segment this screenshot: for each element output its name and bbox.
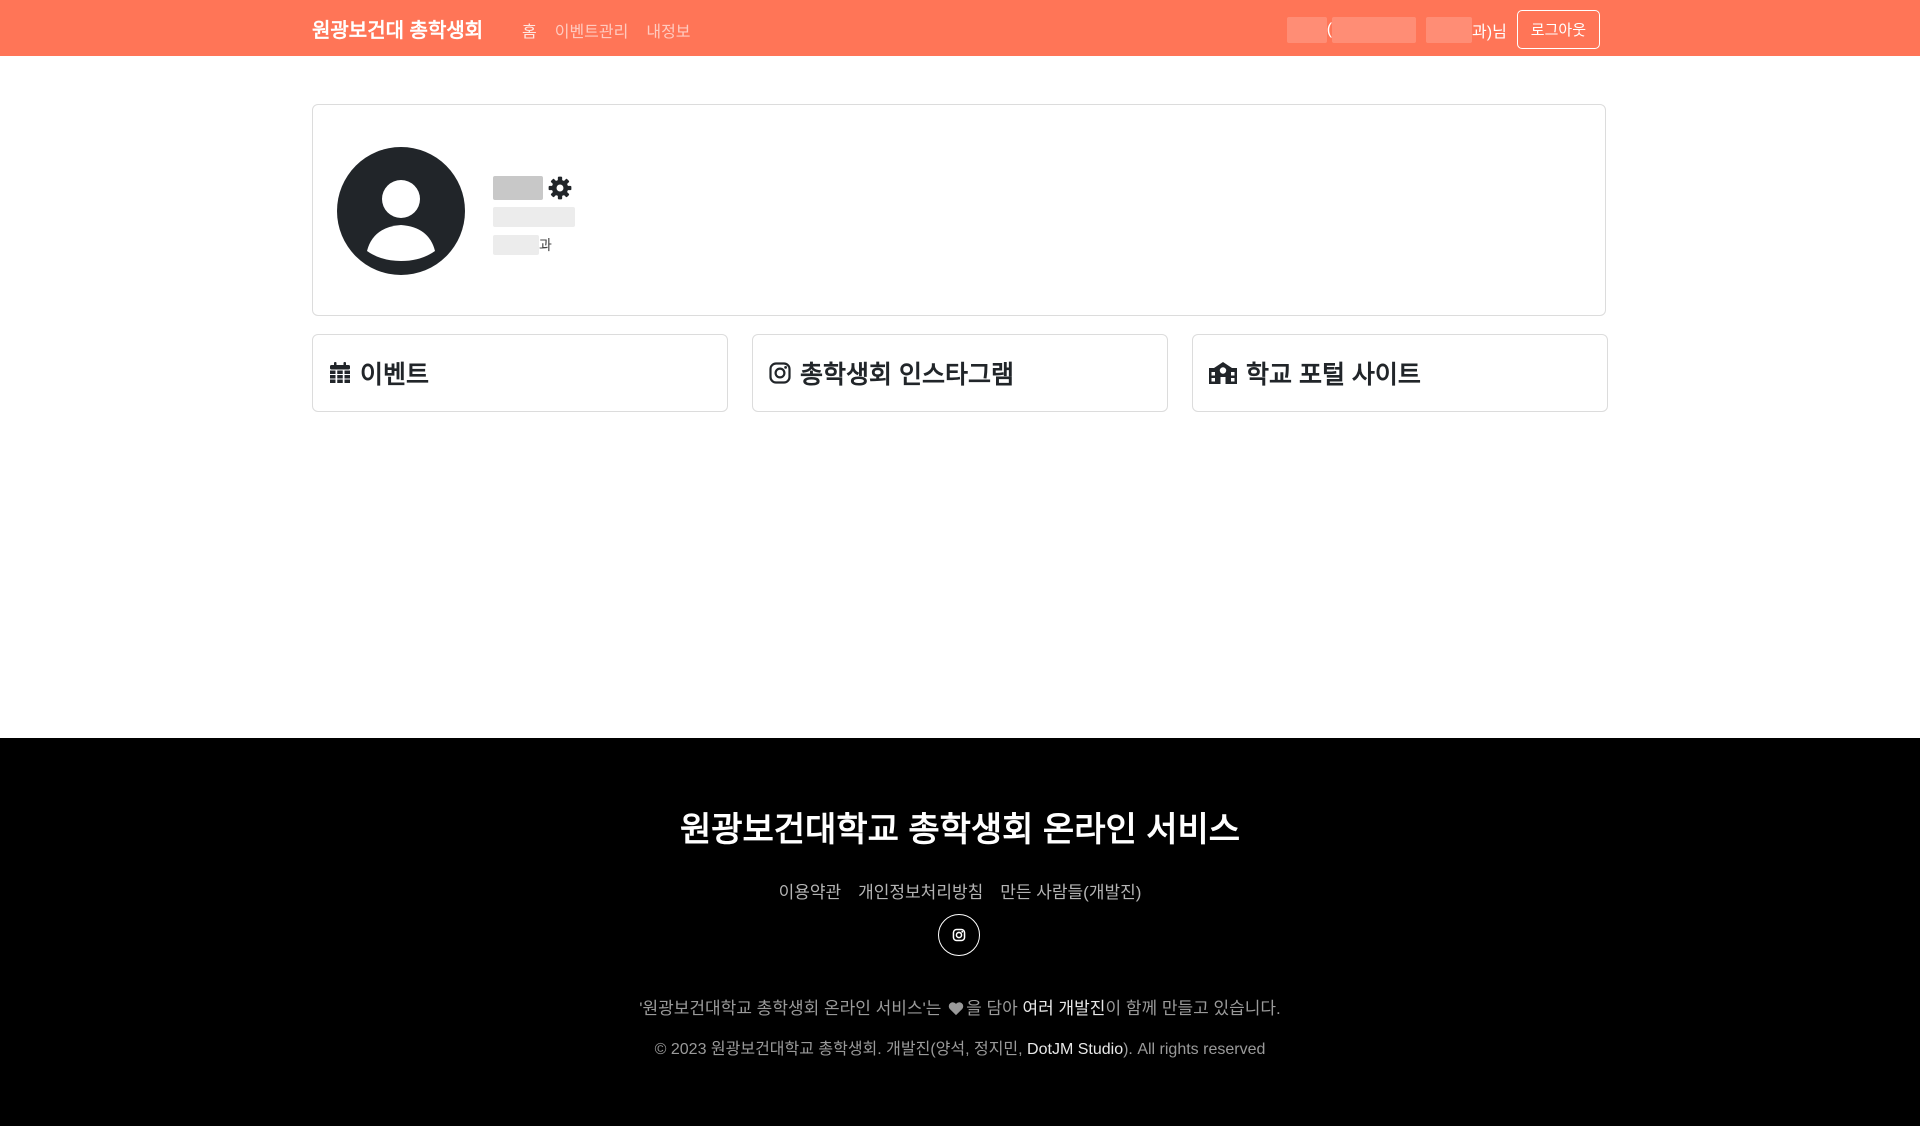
profile-department-suffix: 과 <box>539 237 552 253</box>
logout-button[interactable]: 로그아웃 <box>1516 10 1600 49</box>
school-icon <box>1209 362 1237 384</box>
nav-link-event-management[interactable]: 이벤트관리 <box>555 18 629 42</box>
footer-copyright: © 2023 원광보건대학교 총학생회. 개발진(양석, 정지민, DotJM … <box>0 1035 1920 1059</box>
heart-icon <box>948 1002 964 1016</box>
footer-note-middle: 을 담아 <box>966 999 1023 1018</box>
instagram-card[interactable]: 총학생회 인스타그램 <box>752 334 1168 412</box>
user-area: ( 과)님 로그아웃 <box>1286 10 1600 49</box>
events-card[interactable]: 이벤트 <box>312 334 728 412</box>
instagram-card-title: 총학생회 인스타그램 <box>800 361 1014 389</box>
redacted-profile-department <box>493 235 539 255</box>
footer-instagram-button[interactable] <box>938 914 980 956</box>
footer-note-prefix: '원광보건대학교 총학생회 온라인 서비스'는 <box>639 999 947 1018</box>
greeting-close: 과)님 <box>1472 23 1507 41</box>
redacted-department <box>1426 16 1473 43</box>
user-circle-icon <box>337 147 465 275</box>
footer-note-suffix: 이 함께 만들고 있습니다. <box>1105 999 1281 1018</box>
profile-card: 과 <box>312 104 1606 316</box>
events-card-title: 이벤트 <box>360 361 430 389</box>
footer-link-privacy[interactable]: 개인정보처리방침 <box>858 878 983 903</box>
profile-student-id-row <box>493 203 575 231</box>
nav-link-home[interactable]: 홈 <box>522 18 537 42</box>
top-navbar: 원광보건대 총학생회 홈 이벤트관리 내정보 ( 과)님 로그아웃 <box>0 0 1920 56</box>
footer-copyright-studio-link[interactable]: DotJM Studio <box>1027 1041 1123 1058</box>
footer-title: 원광보건대학교 총학생회 온라인 서비스 <box>679 811 1241 849</box>
redacted-profile-student-id <box>493 207 575 227</box>
footer-links: 이용약관 개인정보처리방침 만든 사람들(개발진) <box>0 878 1920 903</box>
navbar-brand[interactable]: 원광보건대 총학생회 <box>312 14 483 43</box>
school-portal-card[interactable]: 학교 포털 사이트 <box>1192 334 1608 412</box>
redacted-profile-name <box>493 176 543 200</box>
redacted-user-name <box>1286 16 1327 43</box>
instagram-icon <box>769 362 791 384</box>
user-greeting: ( 과)님 <box>1286 16 1507 43</box>
footer-link-terms[interactable]: 이용약관 <box>779 878 842 903</box>
profile-department-row: 과 <box>493 231 575 259</box>
footer: 원광보건대학교 총학생회 온라인 서비스 이용약관 개인정보처리방침 만든 사람… <box>0 738 1920 1126</box>
calendar-icon <box>330 362 350 383</box>
footer-copyright-prefix: © 2023 원광보건대학교 총학생회. 개발진(양석, 정지민, <box>654 1041 1028 1058</box>
footer-note-developers-link[interactable]: 여러 개발진 <box>1023 999 1106 1018</box>
gear-icon[interactable] <box>547 175 573 201</box>
nav-links: 홈 이벤트관리 내정보 <box>522 18 691 42</box>
footer-link-developers[interactable]: 만든 사람들(개발진) <box>1000 878 1141 903</box>
redacted-student-id <box>1332 16 1417 43</box>
instagram-icon <box>952 928 966 942</box>
footer-copyright-suffix: ). All rights reserved <box>1123 1041 1266 1058</box>
profile-info: 과 <box>493 173 575 259</box>
footer-note: '원광보건대학교 총학생회 온라인 서비스'는 을 담아 여러 개발진이 함께 … <box>0 994 1920 1019</box>
nav-link-my-info[interactable]: 내정보 <box>646 18 690 42</box>
school-portal-card-title: 학교 포털 사이트 <box>1246 361 1421 389</box>
profile-name-row <box>493 173 575 203</box>
